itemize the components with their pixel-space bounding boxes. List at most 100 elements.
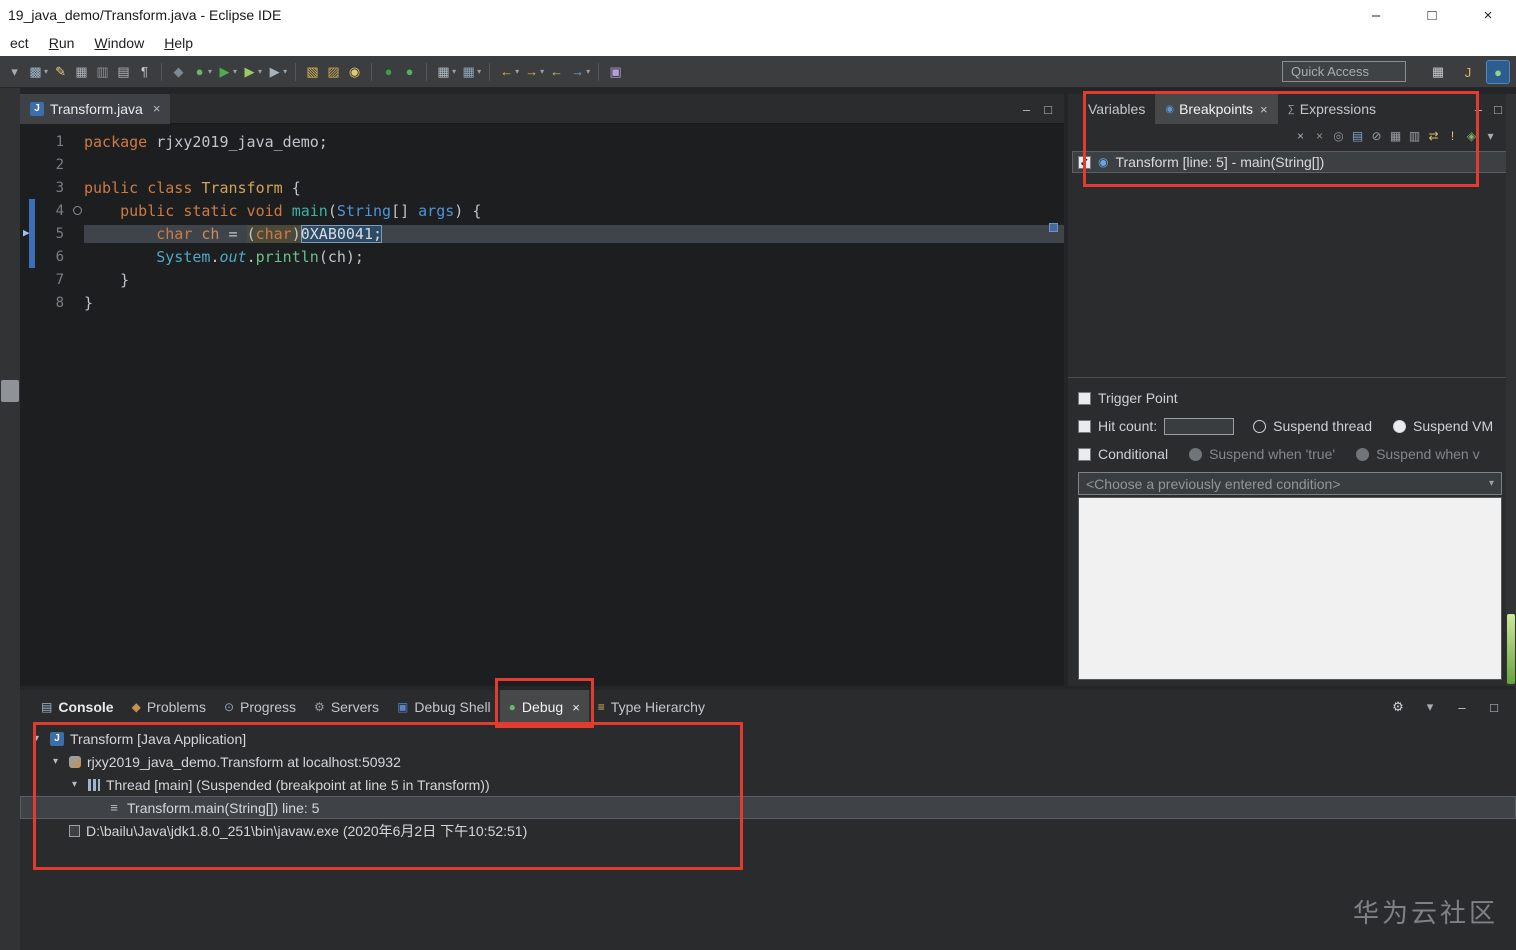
menu-run[interactable]: Run <box>39 35 85 51</box>
forward-icon[interactable]: → <box>567 61 588 83</box>
tree-row[interactable]: D:\bailu\Java\jdk1.8.0_251\bin\javaw.exe… <box>20 819 1516 842</box>
breakpoint-properties-icon[interactable]: ! <box>1443 127 1462 146</box>
tree-row[interactable]: ▾ rjxy2019_java_demo.Transform at localho… <box>20 750 1516 773</box>
remote-connection-icon[interactable]: ● <box>399 61 420 83</box>
window-minimize-icon[interactable]: – <box>1348 0 1404 30</box>
tree-row[interactable]: ▾ Thread [main] (Suspended (breakpoint at… <box>20 773 1516 796</box>
previous-annotation-icon-dropdown[interactable]: ▾ <box>515 67 519 76</box>
condition-editor[interactable] <box>1078 497 1502 680</box>
hit-count-checkbox[interactable] <box>1078 419 1091 433</box>
new-wizard-icon-dropdown[interactable]: ▾ <box>44 67 48 76</box>
suspend-when-value-radio[interactable] <box>1356 447 1370 461</box>
save-all-icon[interactable]: ▥ <box>92 61 113 83</box>
grid-view-icon[interactable]: ▦ <box>458 61 479 83</box>
overflow-chevron-icon[interactable]: ▾ <box>4 61 25 83</box>
close-icon[interactable]: × <box>153 101 161 116</box>
scrollbar-thumb[interactable] <box>1507 614 1515 684</box>
maximize-view-icon[interactable]: □ <box>1494 102 1502 117</box>
tab-debug-shell[interactable]: ▣ Debug Shell <box>388 690 500 724</box>
expand-all-icon[interactable]: ▦ <box>1386 127 1405 146</box>
forward-icon-dropdown[interactable]: ▾ <box>586 67 590 76</box>
maximize-view-icon[interactable]: □ <box>1484 697 1504 717</box>
right-panel-scrollbar[interactable] <box>1506 94 1516 686</box>
minimize-view-icon[interactable]: – <box>1023 102 1030 117</box>
condition-combo[interactable]: <Choose a previously entered condition> … <box>1078 472 1502 495</box>
tab-console[interactable]: ▤ Console <box>32 690 123 724</box>
tab-breakpoints[interactable]: ◉ Breakpoints × <box>1155 94 1278 124</box>
view-menu-icon[interactable]: ▾ <box>1420 697 1440 717</box>
breakpoint-enabled-checkbox[interactable] <box>1078 155 1091 169</box>
tab-problems[interactable]: ◆ Problems <box>123 690 215 724</box>
menu-window[interactable]: Window <box>84 35 154 51</box>
debug-icon[interactable]: ● <box>189 61 210 83</box>
tab-servers[interactable]: ⚙ Servers <box>305 690 388 724</box>
code-text[interactable]: } <box>84 294 1064 312</box>
next-annotation-icon-dropdown[interactable]: ▾ <box>540 67 544 76</box>
search-icon[interactable]: ◉ <box>344 61 365 83</box>
grid-view-icon-dropdown[interactable]: ▾ <box>477 67 481 76</box>
view-menu-icon[interactable]: ▾ <box>1481 127 1500 146</box>
code-text[interactable]: char ch = (char)0XAB0041; <box>84 224 1064 243</box>
suspend-thread-radio[interactable] <box>1253 419 1267 433</box>
link-with-debug-icon[interactable]: ⇄ <box>1424 127 1443 146</box>
run-icon[interactable]: ▶ <box>214 61 235 83</box>
minimize-view-icon[interactable]: – <box>1475 102 1482 117</box>
coverage-icon-dropdown[interactable]: ▾ <box>258 67 262 76</box>
code-text[interactable]: public static void main(String[] args) { <box>84 202 1064 220</box>
save-icon[interactable]: ▦ <box>71 61 92 83</box>
restore-view-button[interactable] <box>1 380 19 402</box>
minimize-view-icon[interactable]: – <box>1452 697 1472 717</box>
previous-annotation-icon[interactable]: ← <box>496 61 517 83</box>
run-icon-dropdown[interactable]: ▾ <box>233 67 237 76</box>
external-tools-icon[interactable]: ▶ <box>264 61 285 83</box>
tree-row[interactable]: ▾ J Transform [Java Application] <box>20 727 1516 750</box>
java-perspective-icon[interactable]: J <box>1456 60 1480 84</box>
screenshot-icon[interactable]: ▣ <box>605 61 626 83</box>
collapse-arrow-icon[interactable]: ▾ <box>53 756 69 767</box>
show-supported-breakpoints-icon[interactable]: ◎ <box>1329 127 1348 146</box>
debug-perspective-icon[interactable]: ● <box>1486 60 1510 84</box>
close-icon[interactable]: × <box>1260 102 1268 117</box>
tab-debug[interactable]: ● Debug × <box>499 690 589 724</box>
print-icon[interactable]: ▤ <box>113 61 134 83</box>
tab-progress[interactable]: ⊙ Progress <box>215 690 305 724</box>
remove-all-breakpoints-icon[interactable]: × <box>1310 127 1329 146</box>
code-text[interactable]: package rjxy2019_java_demo; <box>84 133 1064 151</box>
maximize-view-icon[interactable]: □ <box>1044 102 1052 117</box>
coverage-icon[interactable]: ▶ <box>239 61 260 83</box>
skip-all-breakpoints-icon[interactable]: ◆ <box>168 61 189 83</box>
breakpoint-list-item[interactable]: ◉ Transform [line: 5] - main(String[]) <box>1072 151 1512 173</box>
collapse-all-icon[interactable]: ▥ <box>1405 127 1424 146</box>
open-perspective-icon[interactable]: ▦ <box>1426 60 1450 84</box>
show-whitespace-icon[interactable]: ¶ <box>134 61 155 83</box>
trigger-point-checkbox[interactable] <box>1078 391 1091 405</box>
table-view-icon-dropdown[interactable]: ▾ <box>452 67 456 76</box>
go-to-file-icon[interactable]: ▤ <box>1348 127 1367 146</box>
terminal-icon[interactable]: ● <box>378 61 399 83</box>
code-text[interactable]: System.out.println(ch); <box>84 248 1064 266</box>
suspend-vm-radio[interactable] <box>1393 419 1406 433</box>
fold-marker-icon[interactable] <box>72 206 82 215</box>
next-annotation-icon[interactable]: → <box>521 61 542 83</box>
fold-area[interactable] <box>70 206 84 215</box>
quick-access-box[interactable]: Quick Access <box>1282 61 1406 82</box>
remove-breakpoint-icon[interactable]: × <box>1291 127 1310 146</box>
table-view-icon[interactable]: ▦ <box>433 61 454 83</box>
external-tools-icon-dropdown[interactable]: ▾ <box>283 67 287 76</box>
window-maximize-icon[interactable]: □ <box>1404 0 1460 30</box>
tab-expressions[interactable]: ∑ Expressions <box>1278 94 1386 124</box>
collapse-arrow-icon[interactable]: ▾ <box>34 733 50 744</box>
pen-icon[interactable]: ✎ <box>50 61 71 83</box>
close-icon[interactable]: × <box>572 700 580 715</box>
add-breakpoint-icon[interactable]: ◈ <box>1462 127 1481 146</box>
menu-ect[interactable]: ect <box>0 35 39 51</box>
debug-toolbar-icon[interactable]: ⚙ <box>1388 697 1408 717</box>
tab-variables[interactable]: Variables <box>1078 94 1155 124</box>
tab-type-hierarchy[interactable]: ≡ Type Hierarchy <box>589 690 714 724</box>
overview-ruler-breakpoint-mark[interactable] <box>1049 223 1058 232</box>
last-edit-location-icon[interactable]: ← <box>546 61 567 83</box>
debug-icon-dropdown[interactable]: ▾ <box>208 67 212 76</box>
hit-count-input[interactable] <box>1164 417 1235 435</box>
code-text[interactable]: public class Transform { <box>84 179 1064 197</box>
menu-help[interactable]: Help <box>154 35 203 51</box>
